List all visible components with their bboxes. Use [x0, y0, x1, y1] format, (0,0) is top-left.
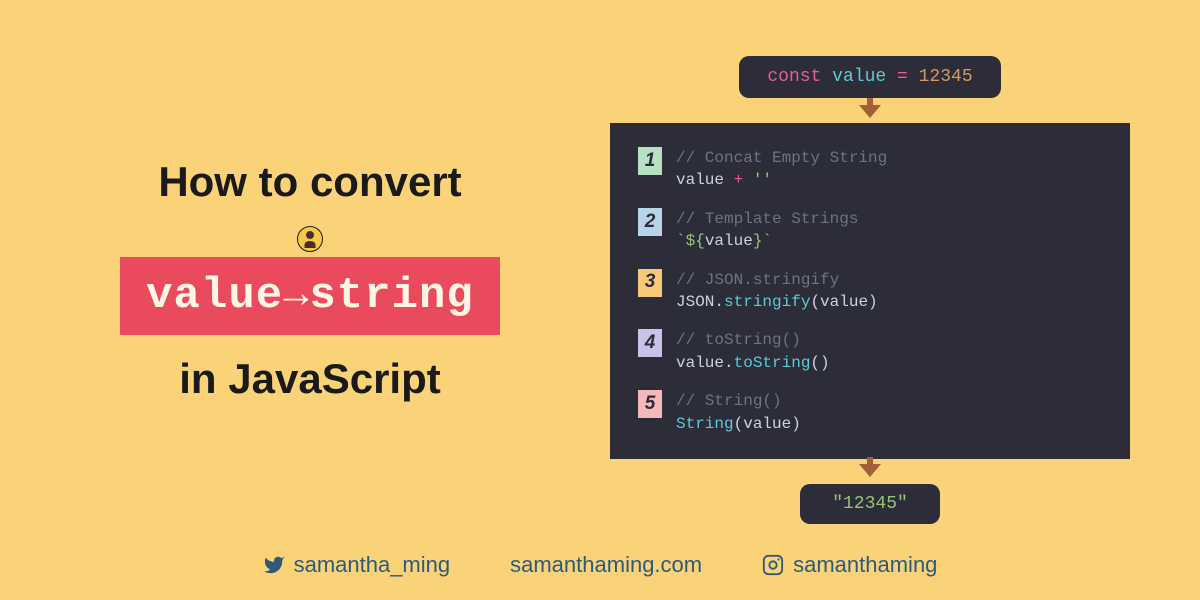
code-line: JSON.stringify(value): [676, 291, 1102, 313]
code-comment: // Template Strings: [676, 208, 1102, 230]
code-flow: const value = 12345 1 // Concat Empty St…: [600, 56, 1140, 524]
arrow-down-icon: [859, 105, 881, 118]
method-text: // toString() value.toString(): [676, 329, 1102, 374]
from-value: value: [146, 271, 283, 321]
method-row: 4 // toString() value.toString(): [638, 329, 1102, 374]
instagram-link[interactable]: samanthaming: [762, 552, 937, 578]
website-text: samanthaming.com: [510, 552, 702, 578]
method-number-badge: 5: [638, 390, 662, 418]
code-comment: // JSON.stringify: [676, 269, 1102, 291]
method-text: // String() String(value): [676, 390, 1102, 435]
method-row: 3 // JSON.stringify JSON.stringify(value…: [638, 269, 1102, 314]
code-line: String(value): [676, 413, 1102, 435]
code-line: value.toString(): [676, 352, 1102, 374]
code-line: value + '': [676, 169, 1102, 191]
instagram-handle: samanthaming: [793, 552, 937, 578]
title-line-3: in JavaScript: [60, 355, 560, 403]
method-row: 1 // Concat Empty String value + '': [638, 147, 1102, 192]
operator: =: [897, 67, 908, 87]
title-line-1: How to convert: [60, 158, 560, 206]
method-number-badge: 2: [638, 208, 662, 236]
method-text: // Concat Empty String value + '': [676, 147, 1102, 192]
method-text: // JSON.stringify JSON.stringify(value): [676, 269, 1102, 314]
method-number-badge: 3: [638, 269, 662, 297]
method-number-badge: 4: [638, 329, 662, 357]
code-comment: // Concat Empty String: [676, 147, 1102, 169]
code-declaration: const value = 12345: [739, 56, 1000, 98]
twitter-link[interactable]: samantha_ming: [263, 552, 451, 578]
code-comment: // toString(): [676, 329, 1102, 351]
title-block: How to convert value→string in JavaScrip…: [60, 158, 560, 423]
code-comment: // String(): [676, 390, 1102, 412]
twitter-icon: [263, 554, 285, 576]
arrow-right-icon: →: [283, 271, 309, 319]
var-name: value: [832, 67, 886, 87]
conversion-highlight: value→string: [120, 257, 500, 335]
website-link[interactable]: samanthaming.com: [510, 552, 702, 578]
methods-block: 1 // Concat Empty String value + '' 2 //…: [610, 123, 1130, 459]
avatar-icon: [60, 226, 560, 252]
method-number-badge: 1: [638, 147, 662, 175]
method-text: // Template Strings `${value}`: [676, 208, 1102, 253]
twitter-handle: samantha_ming: [294, 552, 451, 578]
method-row: 2 // Template Strings `${value}`: [638, 208, 1102, 253]
arrow-down-icon: [859, 464, 881, 477]
code-line: `${value}`: [676, 230, 1102, 252]
keyword-const: const: [767, 67, 821, 87]
footer-socials: samantha_ming samanthaming.com samantham…: [0, 552, 1200, 578]
output-value: "12345": [800, 484, 940, 524]
instagram-icon: [762, 554, 784, 576]
method-row: 5 // String() String(value): [638, 390, 1102, 435]
to-value: string: [309, 271, 473, 321]
num-literal: 12345: [919, 67, 973, 87]
